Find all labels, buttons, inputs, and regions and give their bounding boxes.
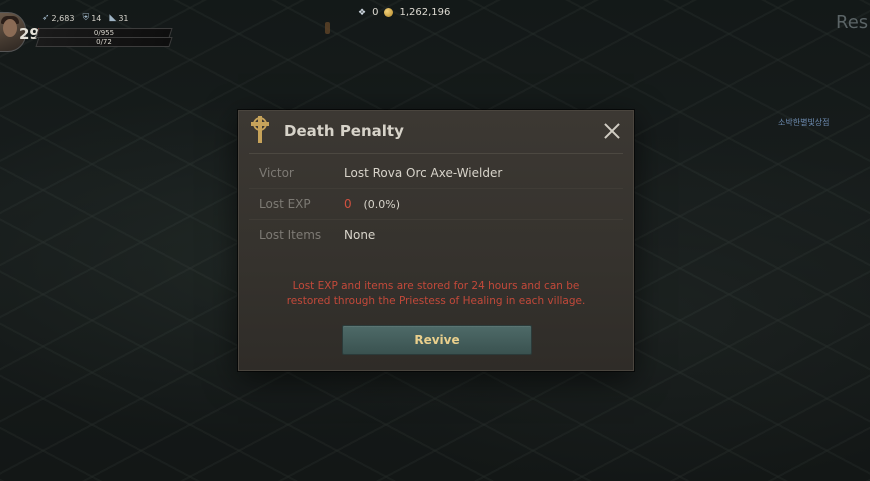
stat-combat: 2,683 bbox=[51, 13, 75, 23]
lost-exp-value: 0 bbox=[344, 197, 352, 211]
gem-icon: ❖ bbox=[358, 7, 367, 18]
recovery-notice: Lost EXP and items are stored for 24 hou… bbox=[259, 279, 613, 309]
dialog-title: Death Penalty bbox=[284, 122, 404, 140]
wing-icon: ◣ bbox=[109, 13, 117, 23]
lost-items-value: None bbox=[344, 228, 376, 242]
gold-coin-icon bbox=[384, 8, 394, 17]
lost-exp-label: Lost EXP bbox=[259, 197, 311, 211]
close-icon[interactable] bbox=[601, 120, 623, 142]
mp-value: 0/72 bbox=[96, 38, 112, 46]
lost-exp-value-group: 0 (0.0%) bbox=[344, 197, 400, 211]
info-row-victor: Victor Lost Rova Orc Axe-Wielder bbox=[249, 158, 623, 189]
currency-bar: ❖ 0 1,262,196 bbox=[358, 7, 450, 18]
info-row-lost-exp: Lost EXP 0 (0.0%) bbox=[249, 189, 623, 220]
dialog-header: Death Penalty bbox=[239, 111, 633, 151]
shield-icon: ⛨ bbox=[82, 13, 90, 23]
stats-row: ➶ 2,683 ⛨ 14 ◣ 31 bbox=[42, 13, 129, 23]
stat-speed: 31 bbox=[118, 13, 129, 23]
lost-exp-percent: (0.0%) bbox=[363, 198, 400, 211]
penalty-info-table: Victor Lost Rova Orc Axe-Wielder Lost EX… bbox=[249, 158, 623, 250]
feather-icon: ➶ bbox=[42, 13, 50, 23]
notice-line-2: restored through the Priestess of Healin… bbox=[286, 295, 586, 307]
map-label: 소박한별빛상점 bbox=[778, 118, 830, 127]
gem-count: 0 bbox=[372, 7, 379, 18]
notice-line-1: Lost EXP and items are stored for 24 hou… bbox=[292, 280, 580, 292]
celtic-cross-icon bbox=[251, 116, 269, 143]
victor-label: Victor bbox=[259, 166, 294, 180]
hp-value: 0/955 bbox=[93, 29, 115, 37]
torch-icon bbox=[325, 22, 330, 34]
info-row-lost-items: Lost Items None bbox=[249, 220, 623, 250]
revive-button[interactable]: Revive bbox=[342, 325, 532, 355]
victor-value: Lost Rova Orc Axe-Wielder bbox=[344, 166, 503, 180]
mp-bar: 0/72 bbox=[35, 37, 173, 47]
rest-label: Res bbox=[836, 12, 869, 33]
header-divider bbox=[249, 153, 623, 154]
death-penalty-dialog: Death Penalty Victor Lost Rova Orc Axe-W… bbox=[238, 110, 634, 371]
gold-count: 1,262,196 bbox=[399, 7, 451, 18]
stat-defense: 14 bbox=[91, 13, 102, 23]
lost-items-label: Lost Items bbox=[259, 228, 322, 242]
